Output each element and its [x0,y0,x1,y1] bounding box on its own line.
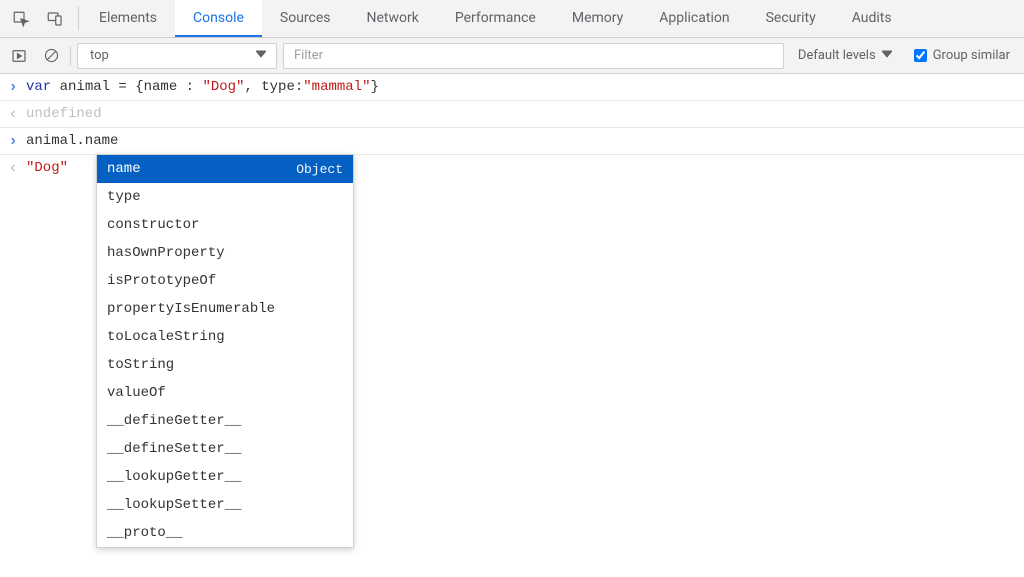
autocomplete-item[interactable]: propertyIsEnumerableObject [97,295,353,323]
execution-context-select[interactable]: top [77,43,277,69]
autocomplete-item[interactable]: __lookupGetter__Object [97,463,353,491]
group-similar-label: Group similar [933,48,1010,63]
autocomplete-item-label: constructor [107,217,199,233]
tab-sources[interactable]: Sources [262,0,349,37]
console-output-line: undefined [0,100,1024,127]
group-similar-checkbox[interactable] [914,49,927,62]
line-content: animal.name [26,132,118,150]
autocomplete-item[interactable]: __lookupSetter__Object [97,491,353,519]
autocomplete-item[interactable]: __defineSetter__Object [97,435,353,463]
autocomplete-item-label: valueOf [107,385,166,401]
clear-console-icon[interactable] [38,43,64,69]
autocomplete-item-label: hasOwnProperty [107,245,225,261]
console-input-line: animal.name [0,127,1024,154]
autocomplete-item-label: __defineGetter__ [107,413,241,429]
chevron-down-icon [882,48,892,63]
tab-audits[interactable]: Audits [834,0,910,37]
panel-tabs: ElementsConsoleSourcesNetworkPerformance… [81,0,910,37]
autocomplete-item-label: propertyIsEnumerable [107,301,275,317]
autocomplete-item-label: isPrototypeOf [107,273,216,289]
autocomplete-item-label: toLocaleString [107,329,225,345]
line-content: "Dog" [26,159,68,177]
toggle-sidebar-icon[interactable] [6,43,32,69]
autocomplete-item-label: toString [107,357,174,373]
devtools-root: ElementsConsoleSourcesNetworkPerformance… [0,0,1024,577]
log-levels-label: Default levels [798,48,876,63]
autocomplete-popup[interactable]: nameObjecttypeObjectconstructorObjecthas… [96,154,354,548]
autocomplete-item[interactable]: valueOfObject [97,379,353,407]
group-similar-check[interactable]: Group similar [906,48,1018,63]
autocomplete-item[interactable]: toStringObject [97,351,353,379]
tab-elements[interactable]: Elements [81,0,175,37]
inspect-element-icon[interactable] [6,0,36,37]
tabs-bar: ElementsConsoleSourcesNetworkPerformance… [0,0,1024,38]
autocomplete-item-label: __proto__ [107,525,183,541]
execution-context-value: top [90,48,109,63]
line-content: var animal = {name : "Dog", type:"mammal… [26,78,379,96]
autocomplete-item[interactable]: __defineGetter__Object [97,407,353,435]
tab-application[interactable]: Application [641,0,747,37]
autocomplete-item[interactable]: toLocaleStringObject [97,323,353,351]
device-toolbar-icon[interactable] [40,0,70,37]
line-content: undefined [26,105,102,123]
autocomplete-item[interactable]: constructorObject [97,211,353,239]
autocomplete-type-hint: Object [296,162,343,177]
console-input-line: var animal = {name : "Dog", type:"mammal… [0,74,1024,100]
autocomplete-item-label: name [107,161,141,177]
autocomplete-item-label: __lookupGetter__ [107,469,241,485]
chevron-down-icon [256,48,266,63]
console-body[interactable]: var animal = {name : "Dog", type:"mammal… [0,74,1024,577]
prompt-out-icon [6,159,20,177]
console-toolbar: top Default levels Group similar [0,38,1024,74]
autocomplete-item[interactable]: name Object [97,155,353,183]
autocomplete-item-label: __lookupSetter__ [107,497,241,513]
prompt-out-icon [6,105,20,123]
prompt-in-icon [6,78,20,96]
tab-security[interactable]: Security [748,0,834,37]
autocomplete-item[interactable]: isPrototypeOfObject [97,267,353,295]
log-levels-select[interactable]: Default levels [790,48,900,63]
filter-input[interactable] [283,43,784,69]
separator [70,46,71,66]
autocomplete-item-label: type [107,189,141,205]
tabs-left-controls [0,0,76,37]
autocomplete-item[interactable]: hasOwnPropertyObject [97,239,353,267]
tab-network[interactable]: Network [349,0,437,37]
autocomplete-item[interactable]: __proto__Object [97,519,353,547]
tab-console[interactable]: Console [175,0,262,37]
prompt-in-icon [6,132,20,150]
tab-performance[interactable]: Performance [437,0,554,37]
tab-memory[interactable]: Memory [554,0,641,37]
separator [78,6,79,31]
autocomplete-item-label: __defineSetter__ [107,441,241,457]
autocomplete-item[interactable]: typeObject [97,183,353,211]
